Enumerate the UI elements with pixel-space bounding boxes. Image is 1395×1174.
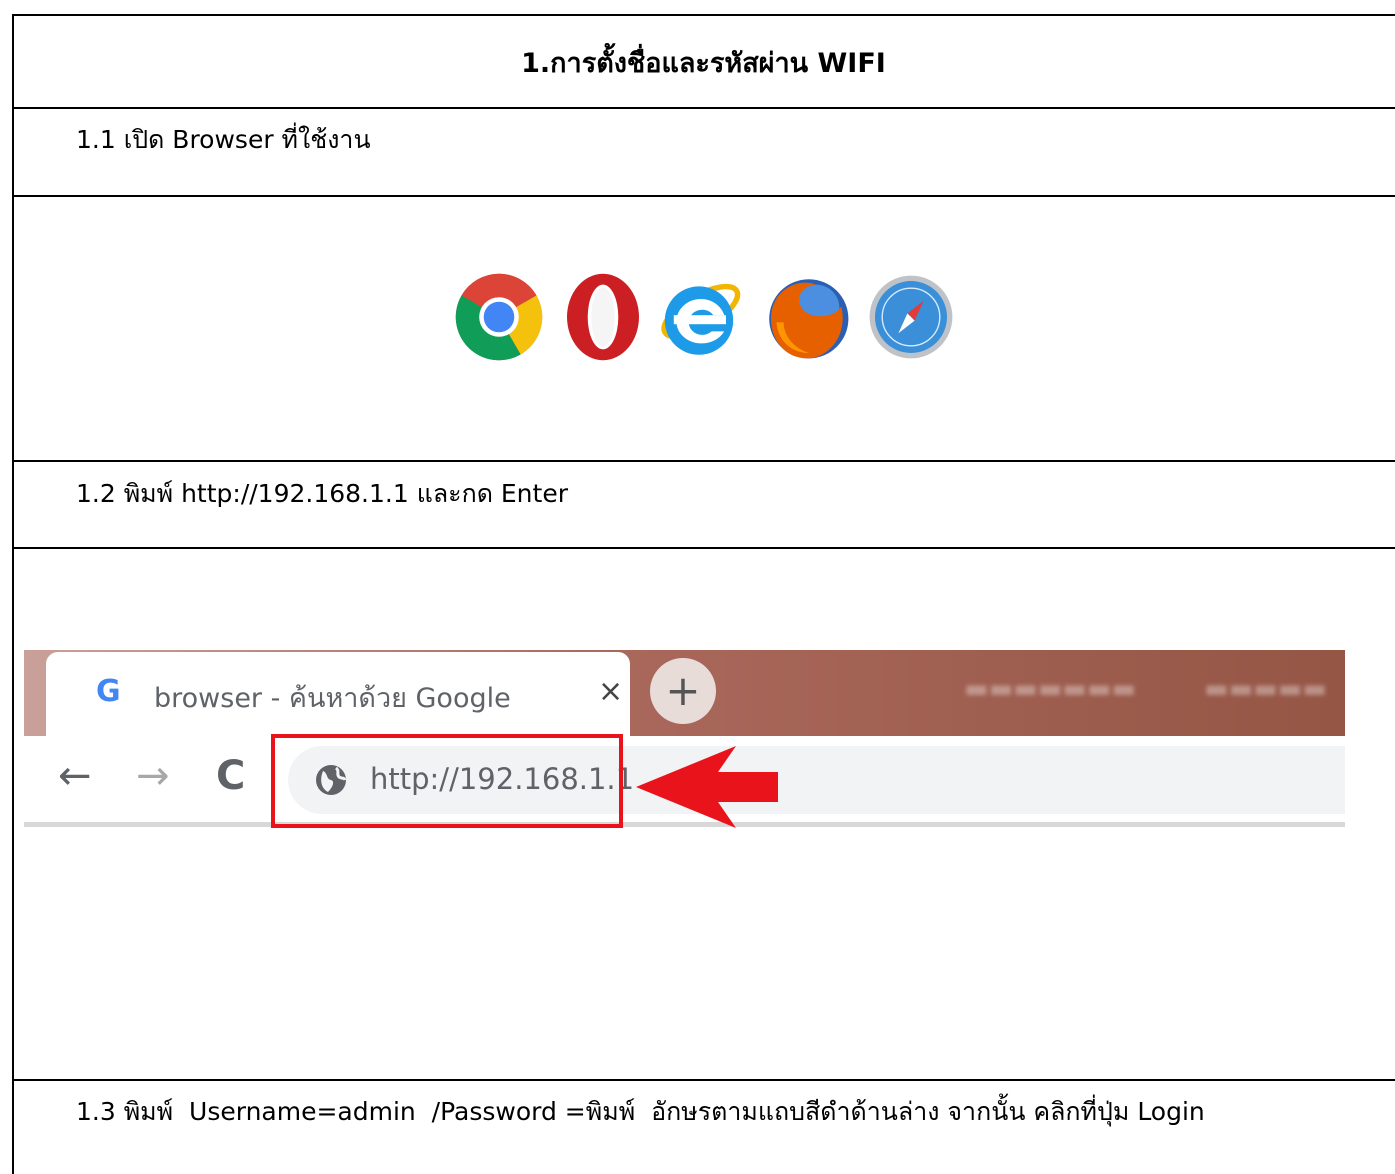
step-1-1: 1.1 เปิด Browser ที่ใช้งาน: [76, 125, 371, 154]
opera-icon: [567, 273, 639, 361]
forward-icon[interactable]: →: [136, 756, 170, 796]
page-title: 1.การตั้งชื่อและรหัสผ่าน WIFI: [521, 47, 886, 79]
new-tab-button[interactable]: +: [650, 658, 716, 724]
url-highlight-box: [271, 734, 623, 828]
divider: [12, 195, 1395, 197]
reload-icon[interactable]: C: [216, 756, 245, 796]
blurred-bookmarks: ▬▬▬▬▬: [1204, 674, 1327, 704]
back-icon[interactable]: ←: [58, 756, 92, 796]
divider: [12, 1079, 1395, 1081]
divider: [12, 460, 1395, 462]
tab-title: browser - ค้นหาด้วย Google: [154, 683, 511, 714]
blurred-bookmarks: ▬▬▬▬▬▬▬: [964, 674, 1136, 704]
safari-icon: [869, 275, 953, 359]
internet-explorer-icon: [661, 283, 741, 355]
chrome-icon: [455, 273, 543, 361]
close-icon[interactable]: ×: [598, 674, 623, 709]
google-icon: G: [96, 674, 121, 709]
step-1-3: 1.3 พิมพ์ Username=admin /Password =พิมพ…: [76, 1097, 1205, 1126]
red-arrow-icon: [636, 746, 778, 828]
browser-tab[interactable]: G browser - ค้นหาด้วย Google ×: [46, 652, 630, 738]
divider: [12, 547, 1395, 549]
document-frame: [12, 14, 1395, 1174]
firefox-icon: [769, 279, 849, 359]
browser-logos: [454, 264, 964, 368]
step-1-2: 1.2 พิมพ์ http://192.168.1.1 และกด Enter: [76, 479, 568, 508]
